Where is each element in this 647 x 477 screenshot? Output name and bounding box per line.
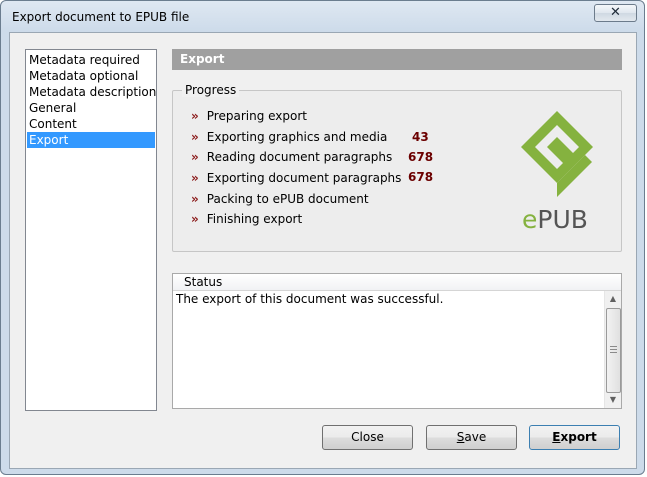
window-close-button[interactable]: ✕	[594, 4, 637, 22]
status-scrollbar[interactable]: ▲ ▼	[604, 291, 621, 408]
bullet-icon: »	[191, 109, 199, 123]
nav-item-export[interactable]: Export	[27, 132, 155, 148]
nav-item-content[interactable]: Content	[27, 116, 155, 132]
progress-step: » Exporting document paragraphs	[191, 170, 401, 186]
bullet-icon: »	[191, 150, 199, 164]
progress-step-count: 678	[408, 170, 434, 184]
progress-step: » Packing to ePUB document	[191, 191, 369, 207]
nav-item-metadata-optional[interactable]: Metadata optional	[27, 68, 155, 84]
progress-step-label: Reading document paragraphs	[206, 150, 393, 164]
page-title: Export	[172, 49, 622, 70]
nav-item-general[interactable]: General	[27, 100, 155, 116]
title-bar[interactable]: Export document to EPUB file ✕	[1, 1, 644, 33]
progress-step-count: 43	[412, 130, 429, 144]
nav-item-metadata-required[interactable]: Metadata required	[27, 52, 155, 68]
progress-step-label: Exporting document paragraphs	[206, 171, 402, 185]
close-icon: ✕	[610, 5, 621, 20]
bullet-icon: »	[191, 130, 199, 144]
progress-step-label: Packing to ePUB document	[206, 192, 369, 206]
progress-step: » Preparing export	[191, 108, 307, 124]
export-button-label: Export	[552, 430, 597, 444]
progress-group-title: Progress	[182, 83, 240, 97]
progress-step-count: 678	[408, 150, 434, 164]
window-title: Export document to EPUB file	[12, 10, 190, 24]
close-button[interactable]: Close	[322, 425, 413, 450]
save-button[interactable]: Save	[426, 425, 517, 450]
bullet-icon: »	[191, 192, 199, 206]
scroll-down-icon[interactable]: ▼	[605, 392, 621, 408]
progress-step: » Finishing export	[191, 211, 302, 227]
save-button-label: Save	[456, 430, 487, 444]
bullet-icon: »	[191, 212, 199, 226]
export-button[interactable]: Export	[529, 425, 620, 450]
status-message: The export of this document was successf…	[176, 292, 444, 306]
dialog-window: Export document to EPUB file ✕ Metadata …	[0, 0, 645, 475]
progress-step-label: Finishing export	[206, 212, 303, 226]
progress-step: » Reading document paragraphs	[191, 149, 392, 165]
close-button-label: Close	[351, 430, 384, 444]
progress-group: Progress » Preparing export » Exporting gr…	[172, 83, 622, 252]
progress-step-label: Exporting graphics and media	[206, 130, 388, 144]
progress-step-label: Preparing export	[206, 109, 307, 123]
section-list[interactable]: Metadata required Metadata optional Meta…	[25, 49, 157, 411]
dialog-client-area: Metadata required Metadata optional Meta…	[9, 32, 637, 469]
scroll-thumb[interactable]	[606, 308, 621, 393]
epub-logo-text: ePUB	[522, 205, 588, 234]
status-panel: Status The export of this document was s…	[172, 273, 622, 409]
status-column-header: Status	[173, 274, 621, 291]
nav-item-metadata-description[interactable]: Metadata description	[27, 84, 156, 100]
progress-step: » Exporting graphics and media	[191, 129, 387, 145]
scroll-up-icon[interactable]: ▲	[605, 291, 621, 307]
grip-icon	[610, 346, 617, 354]
bullet-icon: »	[191, 171, 199, 185]
